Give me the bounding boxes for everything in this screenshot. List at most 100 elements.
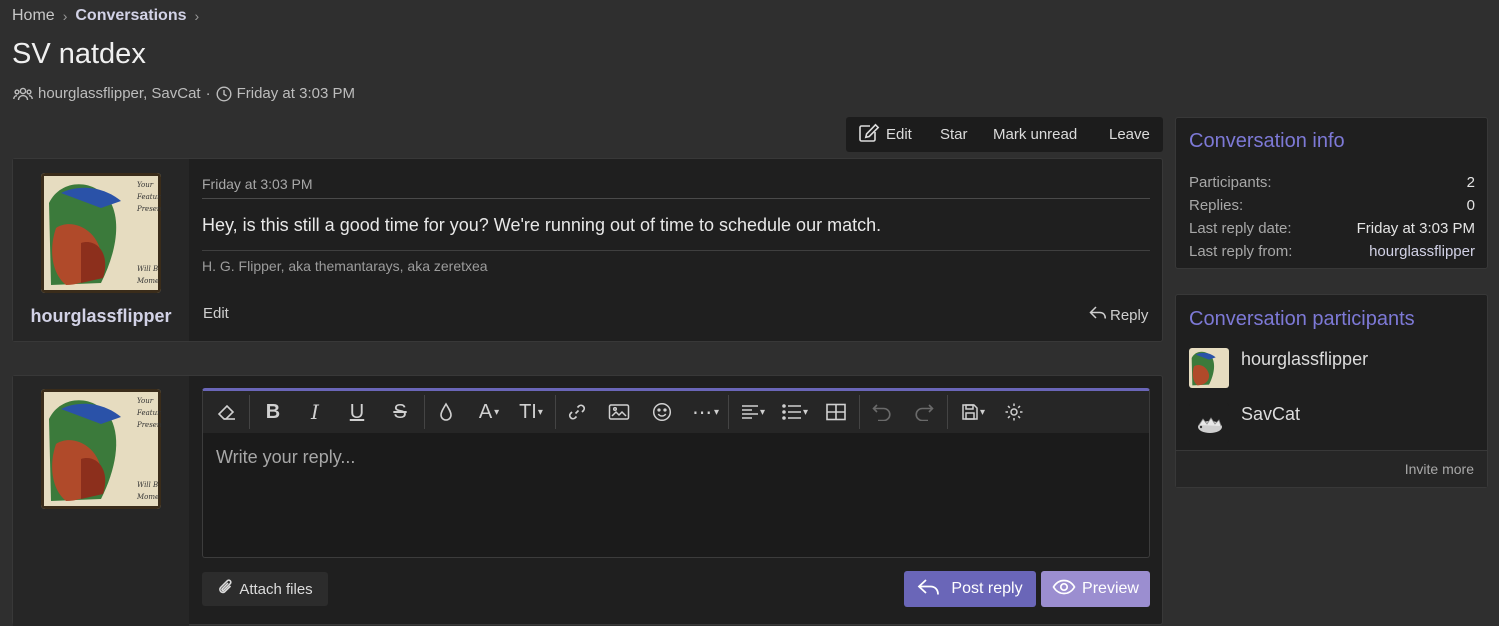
mark-unread-button[interactable]: Mark unread (993, 126, 1077, 143)
rich-text-editor: B I U S A ▾ TI ▾ ⋯ ▾ ▾ ▾ ▾ Write your re… (202, 388, 1150, 558)
leave-label: Leave (1109, 126, 1150, 143)
list-icon[interactable]: ▾ (776, 391, 814, 433)
preview-button[interactable]: Preview (1041, 571, 1150, 607)
eraser-icon[interactable] (213, 391, 241, 433)
avatar[interactable] (1189, 403, 1229, 443)
message-signature: H. G. Flipper, aka themantarays, aka zer… (202, 258, 488, 274)
reply-input[interactable]: Write your reply... (216, 447, 355, 468)
chevron-right-icon: › (194, 8, 200, 24)
settings-icon[interactable] (1000, 391, 1028, 433)
message-edit-link[interactable]: Edit (203, 305, 229, 322)
toolbar-separator (859, 395, 860, 429)
svg-text:Will B: Will B (137, 481, 158, 489)
toolbar-separator (249, 395, 250, 429)
star-button[interactable]: Star (940, 126, 968, 143)
composer-user-cell: Your Feature Present Will B Mome (13, 376, 189, 626)
attach-files-label: Attach files (239, 580, 313, 598)
breadcrumb-conversations[interactable]: Conversations (75, 7, 186, 25)
bold-icon[interactable]: B (259, 391, 287, 433)
info-value: 2 (1466, 174, 1475, 191)
message-user-cell: Your Feature Present Will B Mome hourgla… (13, 159, 189, 341)
info-label: Last reply from: (1189, 243, 1293, 260)
reply-composer: Your Feature Present Will B Mome B I U S… (12, 375, 1163, 626)
attach-files-button[interactable]: Attach files (202, 572, 328, 606)
message: Your Feature Present Will B Mome hourgla… (12, 158, 1163, 342)
svg-text:Present: Present (136, 205, 161, 213)
toolbar-separator (424, 395, 425, 429)
divider (202, 198, 1150, 199)
reply-icon (917, 577, 941, 602)
italic-icon[interactable]: I (301, 391, 329, 433)
align-icon[interactable]: ▾ (735, 391, 771, 433)
svg-text:Mome: Mome (136, 493, 159, 501)
info-label: Participants: (1189, 174, 1272, 191)
toolbar-separator (728, 395, 729, 429)
avatar[interactable]: Your Feature Present Will B Mome (41, 389, 161, 509)
info-label: Last reply date: (1189, 220, 1292, 237)
invite-more-link[interactable]: Invite more (1405, 461, 1474, 477)
svg-text:Your: Your (137, 181, 154, 189)
strike-icon[interactable]: S (386, 391, 414, 433)
svg-text:Feature: Feature (136, 193, 161, 201)
conversation-participants-block: Conversation participants hourglassflipp… (1175, 294, 1488, 488)
info-row-participants: Participants: 2 (1189, 174, 1475, 197)
avatar[interactable] (1189, 348, 1229, 388)
post-reply-label: Post reply (951, 580, 1023, 597)
table-icon[interactable] (822, 391, 850, 433)
message-date[interactable]: Friday at 3:03 PM (202, 176, 313, 192)
svg-text:Will B: Will B (137, 265, 158, 273)
color-icon[interactable] (432, 391, 460, 433)
svg-text:Your: Your (137, 397, 154, 405)
participant-name[interactable]: hourglassflipper (1241, 349, 1368, 370)
svg-text:Mome: Mome (136, 277, 159, 285)
info-value[interactable]: Friday at 3:03 PM (1357, 220, 1475, 243)
participant-name[interactable]: SavCat (1241, 404, 1300, 425)
info-label: Replies: (1189, 197, 1244, 214)
font-family-icon[interactable]: A ▾ (471, 391, 507, 433)
star-label: Star (940, 126, 968, 143)
conversation-action-bar: Edit Star Mark unread Leave (846, 117, 1163, 152)
eye-icon (1052, 579, 1076, 600)
info-value[interactable]: hourglassflipper (1369, 243, 1475, 266)
breadcrumb-home[interactable]: Home (12, 7, 55, 25)
conversation-info-title: Conversation info (1189, 130, 1345, 152)
underline-icon[interactable]: U (343, 391, 371, 433)
smilie-icon[interactable] (648, 391, 676, 433)
conversation-info-block: Conversation info Participants: 2 Replie… (1175, 117, 1488, 269)
breadcrumb: Home › Conversations › (12, 7, 199, 25)
participants-text[interactable]: hourglassflipper, SavCat (38, 85, 201, 102)
info-row-last-reply-date: Last reply date: Friday at 3:03 PM (1189, 220, 1475, 243)
link-icon[interactable] (563, 391, 591, 433)
avatar[interactable]: Your Feature Present Will B Mome (41, 173, 161, 293)
svg-text:Feature: Feature (136, 409, 161, 417)
leave-button[interactable]: Leave (1109, 126, 1150, 143)
message-username[interactable]: hourglassflipper (13, 306, 189, 327)
edit-button[interactable]: Edit (858, 123, 912, 147)
conversation-meta: hourglassflipper, SavCat · Friday at 3:0… (13, 85, 355, 102)
participants-title: Conversation participants (1189, 308, 1415, 330)
undo-icon[interactable] (868, 391, 896, 433)
meta-separator: · (205, 85, 211, 102)
participant-item[interactable]: hourglassflipper (1189, 348, 1368, 388)
chevron-right-icon: › (62, 8, 68, 24)
editor-toolbar: B I U S A ▾ TI ▾ ⋯ ▾ ▾ ▾ ▾ (203, 391, 1149, 433)
redo-icon[interactable] (910, 391, 938, 433)
conversation-info-list: Participants: 2 Replies: 0 Last reply da… (1189, 174, 1475, 266)
message-body: Hey, is this still a good time for you? … (202, 215, 882, 235)
post-reply-button[interactable]: Post reply (904, 571, 1036, 607)
mark-unread-label: Mark unread (993, 126, 1078, 143)
conversation-date[interactable]: Friday at 3:03 PM (237, 85, 355, 102)
participants-footer: Invite more (1176, 450, 1487, 487)
participant-item[interactable]: SavCat (1189, 403, 1300, 443)
preview-label: Preview (1082, 580, 1139, 597)
image-icon[interactable] (605, 391, 633, 433)
more-icon[interactable]: ⋯ ▾ (687, 391, 725, 433)
font-size-icon[interactable]: TI ▾ (513, 391, 549, 433)
divider (202, 250, 1150, 251)
edit-icon (858, 123, 880, 147)
info-value: 0 (1466, 197, 1475, 214)
page-title: SV natdex (12, 38, 146, 70)
drafts-icon[interactable]: ▾ (955, 391, 991, 433)
info-row-replies: Replies: 0 (1189, 197, 1475, 220)
reply-button[interactable]: Reply (1089, 305, 1148, 325)
